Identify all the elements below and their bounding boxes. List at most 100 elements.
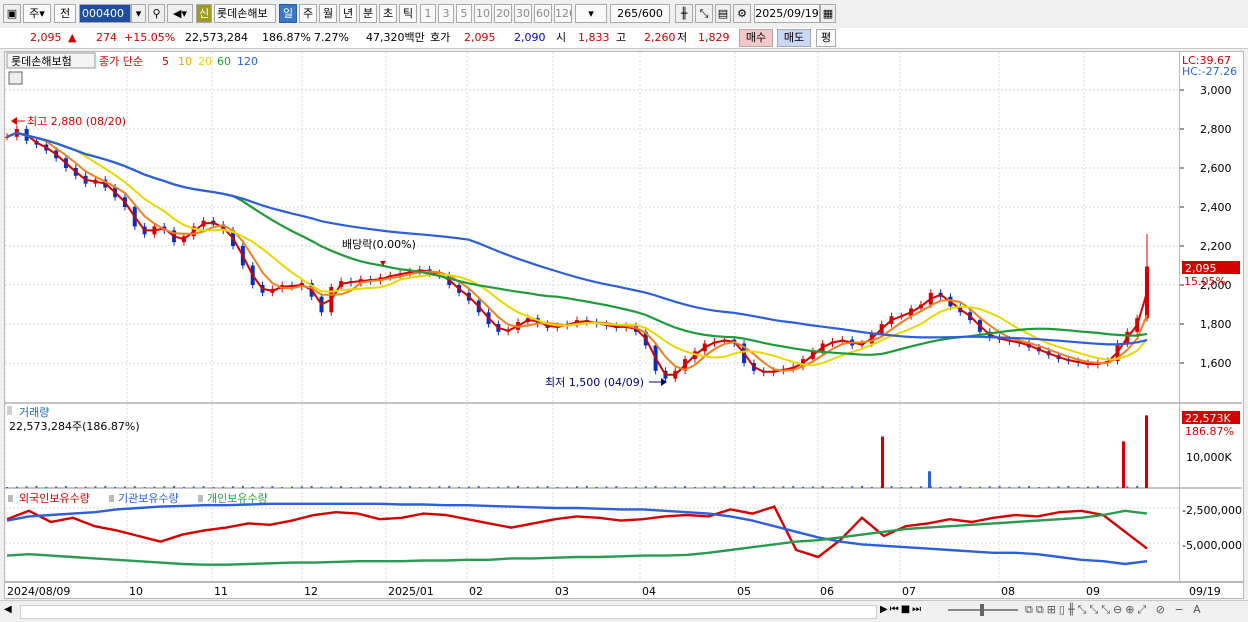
volume-bar — [1126, 486, 1129, 488]
volume-bar — [222, 486, 225, 488]
zoom-slider-handle[interactable] — [980, 604, 984, 616]
line-tool-icon[interactable]: ⤡ — [695, 4, 713, 23]
institution-holdings-line — [6, 502, 1148, 566]
count-input[interactable]: 265/600 — [610, 4, 670, 23]
volume-bar — [841, 486, 844, 488]
chart-tools-icons[interactable]: ⧉⧉⊞▯╫⤡⤡⤡⊖⊕⤢ ⊘ − A — [1025, 603, 1245, 619]
interval-120[interactable]: 120 — [554, 4, 572, 23]
volume-value: 22,573,284 — [185, 31, 248, 44]
volume-bar — [634, 486, 637, 488]
price-tick-label: 2,200 — [1200, 240, 1232, 253]
holdings-lines — [6, 502, 1148, 566]
tab-month[interactable]: 월 — [319, 4, 337, 23]
volume-bar — [900, 487, 903, 488]
dividend-annotation: 배당락(0.00%) — [342, 238, 416, 266]
volume-bar — [1037, 487, 1040, 488]
scroll-track[interactable] — [20, 605, 877, 619]
ask-price: 2,095 — [464, 31, 496, 44]
volume-bar — [733, 486, 736, 488]
volume-bar — [684, 486, 687, 488]
volume-bar — [723, 485, 726, 488]
volume-bar — [664, 486, 667, 488]
sell-button[interactable]: 매도 — [777, 29, 811, 47]
date-input[interactable]: 2025/09/19 — [754, 4, 820, 23]
volume-bar — [674, 486, 677, 488]
volume-bar — [605, 486, 608, 488]
playback-controls-icon[interactable]: ▶⏮■⏭ — [880, 604, 940, 618]
interval-3[interactable]: 3 — [438, 4, 454, 23]
volume-bar — [870, 486, 873, 488]
gear-icon[interactable]: ⚙ — [733, 4, 751, 23]
tab-week[interactable]: 주 — [299, 4, 317, 23]
dividend-label: 배당락(0.00%) — [342, 238, 416, 251]
interval-custom-select[interactable]: ▾ — [575, 4, 607, 23]
chart-panel[interactable]: 롯데손해보험 종가 단순 5 10 20 60 120 최고 2,880 (08… — [4, 51, 1180, 582]
price-axis: LC:39.67 HC:-27.26 3,000 2,800 2,600 2,400 2… — [1180, 51, 1244, 582]
date-label: 10 — [129, 585, 143, 598]
save-icon[interactable]: ▤ — [715, 4, 731, 23]
interval-30[interactable]: 30 — [514, 4, 532, 23]
interval-20[interactable]: 20 — [494, 4, 512, 23]
volume-bar — [802, 486, 805, 488]
stock-code-input[interactable]: 000400 — [79, 4, 131, 23]
volume-bar — [64, 486, 67, 488]
interval-1[interactable]: 1 — [420, 4, 436, 23]
legend-ma10: 10 — [178, 55, 192, 68]
interval-60[interactable]: 60 — [534, 4, 552, 23]
volume-bar — [399, 486, 402, 488]
open-price: 1,833 — [578, 31, 610, 44]
volume-bar — [123, 486, 126, 488]
view-select[interactable]: 전 — [54, 4, 76, 23]
tab-second[interactable]: 초 — [379, 4, 397, 23]
date-label: 09 — [1086, 585, 1100, 598]
average-button[interactable]: 평 — [816, 29, 836, 47]
date-labels: 2024/08/09 10 11 12 2025/01 02 03 04 05 06 07 08 09 — [7, 585, 1100, 598]
interval-5[interactable]: 5 — [456, 4, 472, 23]
volume-bar — [1077, 486, 1080, 488]
volume-bar — [349, 487, 352, 488]
moving-averages — [6, 131, 1148, 376]
toolbar: ▣ 주▾ 전 000400 ▾ ⚲ ◀▾ 신 롯데손해보 일 주 월 년 분 초… — [0, 0, 1248, 29]
volume-bar — [782, 486, 785, 488]
volume-bar — [910, 486, 913, 488]
volume-bar — [1087, 486, 1090, 488]
holdings-legend: 외국인보유수량 기관보유수량 개인보유수량 — [8, 492, 268, 505]
volume-bar — [919, 486, 922, 488]
code-dropdown-icon[interactable]: ▾ — [131, 4, 146, 23]
volume-legend: 거래량 22,573,284주(186.87%) — [7, 406, 140, 433]
volume-bar — [133, 486, 136, 488]
volume-bar — [978, 486, 981, 488]
interval-10[interactable]: 10 — [474, 4, 492, 23]
individual-holdings-line — [6, 509, 1148, 566]
volume-bar — [389, 486, 392, 488]
tab-day[interactable]: 일 — [279, 4, 297, 23]
volume-bar — [55, 486, 58, 488]
holdings-individual-label: 개인보유수량 — [207, 492, 268, 505]
tab-minute[interactable]: 분 — [359, 4, 377, 23]
volume-bar — [310, 485, 313, 488]
volume-bar — [35, 485, 38, 488]
tab-tick[interactable]: 틱 — [399, 4, 417, 23]
price-tick-label: 2,400 — [1200, 201, 1232, 214]
price-chart[interactable]: 롯데손해보험 종가 단순 5 10 20 60 120 최고 2,880 (08… — [4, 52, 1179, 581]
volume-bar — [949, 486, 952, 488]
speaker-icon[interactable]: ◀▾ — [167, 4, 193, 23]
window-icon[interactable]: ▣ — [3, 4, 21, 23]
high-price: 2,260 — [644, 31, 676, 44]
calendar-icon[interactable]: ▦ — [820, 4, 836, 23]
bid-price: 2,090 — [514, 31, 546, 44]
volume-ratio: 186.87% — [262, 31, 311, 44]
period-select[interactable]: 주▾ — [23, 4, 51, 23]
volume-bar — [762, 487, 765, 488]
candlesticks — [5, 125, 1149, 383]
quote-bar: 2,095 ▲ 274 +15.05% 22,573,284 186.87% 7… — [0, 28, 1248, 49]
table-icon[interactable] — [8, 71, 23, 85]
candle-icon[interactable]: ╫ — [675, 4, 693, 23]
volume-bar — [890, 486, 893, 488]
price-legend: 롯데손해보험 종가 단순 5 10 20 60 120 — [6, 52, 258, 85]
search-icon[interactable]: ⚲ — [148, 4, 165, 23]
tab-year[interactable]: 년 — [339, 4, 357, 23]
scroll-left-icon[interactable]: ◀ — [4, 604, 18, 618]
volume-bar — [792, 485, 795, 488]
buy-button[interactable]: 매수 — [739, 29, 773, 47]
